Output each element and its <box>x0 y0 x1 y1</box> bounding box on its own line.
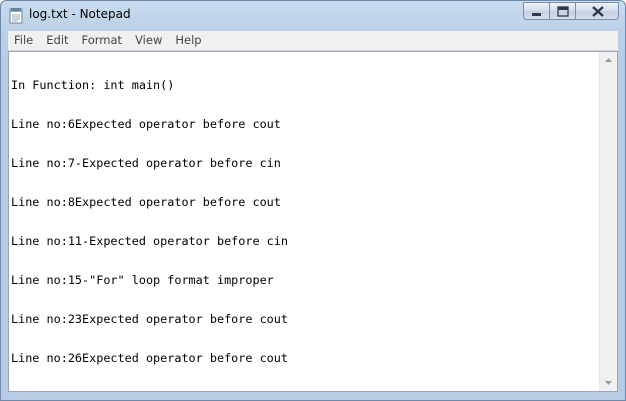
maximize-icon <box>557 6 569 17</box>
window-bottom-border <box>1 392 625 400</box>
arrow-up-icon <box>605 58 612 62</box>
menu-file[interactable]: File <box>8 31 40 50</box>
scroll-down-button[interactable] <box>600 374 617 391</box>
arrow-down-icon <box>605 381 612 385</box>
text-line: Line no:23Expected operator before cout <box>11 312 288 326</box>
text-line: Line no:26Expected operator before cout <box>11 351 288 365</box>
text-line: Line no:15-"For" loop format improper <box>11 273 274 287</box>
menu-help[interactable]: Help <box>169 31 208 50</box>
text-line: Line no:8Expected operator before cout <box>11 195 281 209</box>
minimize-button[interactable] <box>523 2 549 20</box>
notepad-icon[interactable] <box>9 7 23 24</box>
notepad-window: log.txt - Notepad File Edit Format View … <box>0 0 626 401</box>
close-icon <box>592 6 604 17</box>
text-line: In Function: int main() <box>11 78 175 92</box>
text-line: Line no:6Expected operator before cout <box>11 117 281 131</box>
text-area[interactable]: In Function: int main() Line no:6Expecte… <box>11 53 600 391</box>
window-title: log.txt - Notepad <box>29 7 131 21</box>
scroll-up-button[interactable] <box>600 52 617 69</box>
title-bar[interactable]: log.txt - Notepad <box>1 1 625 31</box>
text-line: Line no:7-Expected operator before cin <box>11 156 281 170</box>
menu-view[interactable]: View <box>129 31 169 50</box>
menu-format[interactable]: Format <box>76 31 130 50</box>
close-button[interactable] <box>575 2 619 20</box>
menu-edit[interactable]: Edit <box>40 31 75 50</box>
text-editor[interactable]: In Function: int main() Line no:6Expecte… <box>8 51 618 392</box>
maximize-button[interactable] <box>549 2 575 20</box>
minimize-icon <box>532 13 541 16</box>
vertical-scrollbar[interactable] <box>599 52 617 391</box>
text-line: Line no:11-Expected operator before cin <box>11 234 288 248</box>
window-controls <box>523 2 619 21</box>
menu-bar: File Edit Format View Help <box>8 31 618 51</box>
